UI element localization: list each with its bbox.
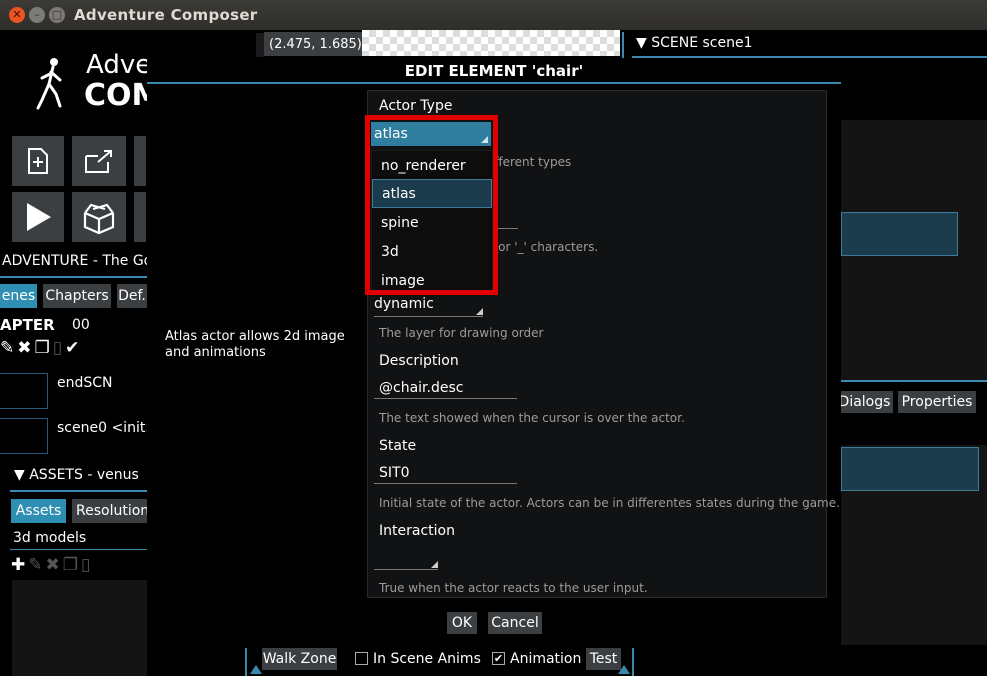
layer-hint: The layer for drawing order: [379, 326, 544, 340]
divider: [10, 490, 147, 492]
logo-text-top: Adve: [86, 50, 152, 80]
delete-x-icon[interactable]: ✖: [46, 555, 60, 575]
edit-pencil-icon[interactable]: ✎: [28, 555, 42, 575]
tab-assets[interactable]: Assets: [11, 499, 66, 523]
toolbar-button-partial-2[interactable]: [134, 192, 146, 242]
divider: [0, 276, 147, 278]
new-project-button[interactable]: [12, 136, 64, 186]
scene-header-label: SCENE scene1: [651, 35, 753, 51]
close-window-button[interactable]: ✕: [9, 7, 25, 23]
animation-checkbox[interactable]: ✔: [492, 652, 505, 665]
minimize-window-button[interactable]: –: [29, 7, 45, 23]
divider: [841, 380, 987, 382]
tab-defaults[interactable]: Def.: [117, 284, 147, 308]
copy-icon[interactable]: ❐: [35, 338, 50, 358]
state-input[interactable]: SIT0: [374, 465, 517, 484]
tab-resolutions[interactable]: Resolutions: [72, 499, 147, 523]
list-item[interactable]: endSCN: [57, 375, 113, 391]
new-file-icon: [28, 148, 48, 174]
dialog-title: EDIT ELEMENT 'chair': [404, 62, 584, 80]
state-hint: Initial state of the actor. Actors can b…: [379, 496, 840, 510]
interaction-hint: True when the actor reacts to the user i…: [379, 581, 648, 595]
test-button[interactable]: Test: [586, 648, 621, 670]
set-init-check-icon[interactable]: ✔: [65, 338, 79, 358]
layer-select-value: dynamic: [374, 296, 434, 312]
play-icon: [27, 203, 51, 231]
chapter-label: APTER: [0, 316, 55, 334]
paste-icon[interactable]: ▯: [53, 338, 62, 358]
scene-thumbnail[interactable]: [0, 418, 48, 454]
dropdown-corner-icon: [476, 308, 483, 315]
assets-header[interactable]: ▼ ASSETS - venus: [14, 467, 139, 483]
in-scene-anims-label: In Scene Anims: [373, 651, 481, 667]
maximize-window-button[interactable]: □: [49, 7, 65, 23]
scene-thumbnail[interactable]: [0, 373, 48, 409]
description-label: Description: [379, 353, 459, 369]
adventure-label: ADVENTURE - The God: [2, 253, 162, 269]
asset-list[interactable]: [12, 580, 147, 676]
toolbar-button-partial[interactable]: [134, 136, 146, 186]
layer-select[interactable]: dynamic: [374, 296, 483, 317]
state-label: State: [379, 438, 417, 454]
play-button[interactable]: [12, 192, 64, 242]
divider: [245, 648, 247, 676]
scene-edit-toolbar: ✎ ✖ ❐ ▯ ✔: [0, 338, 79, 358]
dropdown-corner-icon: [431, 561, 438, 568]
window-titlebar: ✕ – □ Adventure Composer: [0, 0, 987, 30]
package-box-icon: [83, 203, 115, 235]
animation-label: Animation: [510, 651, 582, 667]
actor-type-label: Actor Type: [379, 98, 453, 114]
in-scene-anims-checkbox[interactable]: [355, 652, 368, 665]
walk-zone-button[interactable]: Walk Zone: [262, 648, 337, 670]
open-project-button[interactable]: [72, 136, 126, 186]
open-folder-icon: [85, 150, 112, 173]
description-input[interactable]: @chair.desc: [374, 380, 517, 399]
tab-scenes[interactable]: enes: [0, 284, 37, 308]
scene-canvas-preview[interactable]: [362, 30, 620, 56]
package-button[interactable]: [72, 192, 126, 242]
cancel-button[interactable]: Cancel: [488, 612, 542, 634]
asset-toolbar: ✚ ✎ ✖ ❐ ▯: [11, 555, 90, 575]
splitter-arrow-icon[interactable]: [250, 665, 262, 674]
checkmark-icon: ✔: [493, 652, 504, 665]
selected-actor-row[interactable]: [841, 212, 958, 256]
scene-header[interactable]: ▼ SCENE scene1: [636, 35, 753, 51]
ok-button[interactable]: OK: [447, 612, 477, 634]
delete-x-icon[interactable]: ✖: [17, 338, 31, 358]
selected-property-row[interactable]: [841, 447, 979, 491]
assets-header-label: ASSETS - venus: [29, 467, 139, 483]
list-item[interactable]: scene0 <init>: [57, 420, 157, 436]
paste-icon[interactable]: ▯: [81, 555, 90, 575]
collapse-triangle-icon: ▼: [14, 467, 25, 483]
tab-properties[interactable]: Properties: [898, 391, 976, 413]
interaction-select[interactable]: [374, 552, 438, 570]
window-title: Adventure Composer: [74, 6, 258, 24]
copy-icon[interactable]: ❐: [63, 555, 78, 575]
tab-dialogs[interactable]: Dialogs: [836, 391, 893, 413]
divider: [10, 549, 147, 550]
highlight-box: [365, 115, 498, 295]
actor-type-description: Atlas actor allows 2d image and animatio…: [165, 329, 345, 360]
collapse-triangle-icon: ▼: [636, 35, 647, 51]
logo-figure-icon: [36, 56, 66, 112]
interaction-label: Interaction: [379, 523, 455, 539]
chapter-number: 00: [72, 317, 90, 333]
description-hint: The text showed when the cursor is over …: [379, 411, 685, 425]
divider: [632, 648, 634, 676]
asset-category: 3d models: [13, 530, 87, 546]
dialog-title-divider: [147, 82, 841, 84]
divider: [632, 56, 987, 58]
edit-pencil-icon[interactable]: ✎: [0, 338, 14, 358]
add-plus-icon[interactable]: ✚: [11, 555, 25, 575]
divider: [622, 32, 624, 58]
id-hint: ' or '_' characters.: [491, 240, 599, 254]
tab-chapters[interactable]: Chapters: [43, 284, 111, 308]
splitter-handle[interactable]: [256, 33, 264, 57]
actor-type-hint: ifferent types: [491, 155, 572, 169]
coordinates-readout: (2.475, 1.685): [264, 32, 362, 56]
splitter-arrow-icon[interactable]: [618, 665, 630, 674]
